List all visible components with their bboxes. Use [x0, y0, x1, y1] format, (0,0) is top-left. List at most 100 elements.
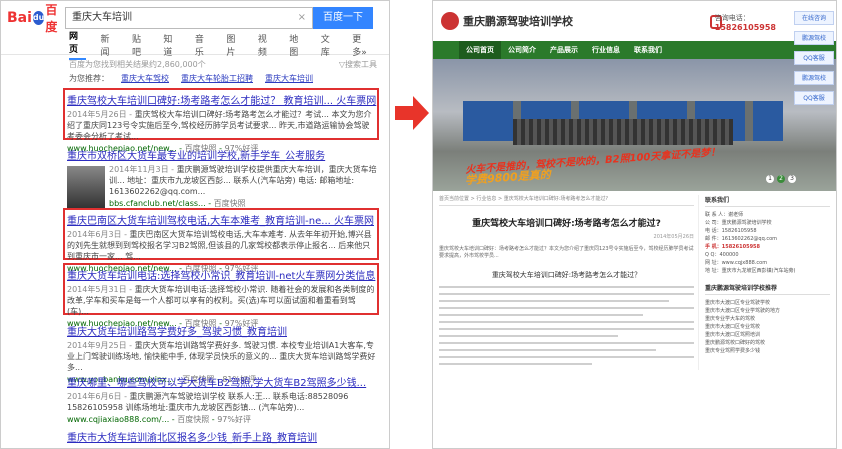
result-url: www.cqjiaxiao888.com/... [67, 415, 170, 424]
result-count-text: 百度为您找到相关结果约2,860,000个 [69, 60, 206, 69]
baidu-logo[interactable]: Bai du 百度 [7, 1, 65, 35]
tab-images[interactable]: 图片 [226, 32, 243, 58]
result-title-link[interactable]: 重庆大货车培训电话:选择驾校小常识_教育培训-net火车票网分类信息 [67, 267, 377, 282]
result-title-link[interactable]: 重庆大货车培训路驾学费好多_驾驶习惯_教育培训 [67, 323, 377, 338]
qq-contact-button[interactable]: 鹏源驾校 [794, 31, 834, 45]
result-title-link[interactable]: 重庆驾校大车培训口碑好:场考路考怎么才能过？ 教育培训... 火车票网 [67, 92, 377, 107]
article-text [439, 286, 694, 365]
cache-link[interactable]: 百度快照 [214, 199, 246, 208]
result-title-link[interactable]: 重庆市双桥区大货车最专业的培训学校,新手学车_公考服务 [67, 147, 377, 162]
sidebar-heading: 联系我们 [705, 195, 830, 207]
nav-about[interactable]: 公司简介 [501, 41, 543, 59]
contact-line: 联 系 人：谢老师 [705, 212, 744, 218]
tab-video[interactable]: 视频 [258, 32, 275, 58]
school-logo-icon [441, 12, 459, 30]
contact-line: 公 司：重庆鹏源驾驶培训学校 [705, 220, 772, 226]
article-intro: 重庆驾校大车培训口碑好：场考路考怎么才能过？本文为您介绍了重庆同123号令实施后… [439, 246, 694, 259]
recommend-link[interactable]: 重庆市大渡口区专业驾校 [705, 323, 830, 331]
article: 首页当前位置 > 行业信息 > 重庆驾校大车培训口碑好:场考路考怎么才能过? 重… [439, 195, 699, 370]
baidu-search-panel: Bai du 百度 重庆大车培训 × 百度一下 网页 新闻 贴吧 知道 音乐 图片 … [0, 0, 390, 449]
search-query: 重庆大车培训 [72, 12, 132, 23]
recommend-link[interactable]: 重庆市大渡口区专业学驾驶的地方 [705, 307, 830, 315]
baidu-header: Bai du 百度 重庆大车培训 × 百度一下 [1, 1, 389, 35]
cache-link[interactable]: 百度快照 [177, 415, 209, 424]
online-consult-button[interactable]: 在线咨询 [794, 11, 834, 25]
phone-number: 15826105958 [714, 23, 776, 32]
search-result: 重庆市双桥区大货车最专业的培训学校,新手学车_公考服务 2014年11月3日 -… [67, 147, 377, 209]
result-date: 2014年11月3日 - [109, 165, 175, 174]
tab-more[interactable]: 更多» [352, 32, 375, 58]
result-thumbnail[interactable] [67, 166, 105, 208]
site-body: 首页当前位置 > 行业信息 > 重庆驾校大车培训口碑好:场考路考怎么才能过? 重… [433, 191, 836, 370]
clear-icon[interactable]: × [298, 8, 306, 28]
logo-text: Bai [7, 10, 32, 26]
related-label: 为您推荐： [69, 74, 109, 83]
phone-contact: 咨询电话： 15826105958 [715, 13, 776, 32]
tab-zhidao[interactable]: 知道 [163, 32, 180, 58]
related-link[interactable]: 重庆大车轮胎工招聘 [181, 74, 253, 83]
result-date: 2014年9月25日 - [67, 341, 133, 350]
recommend-link[interactable]: 重庆鹏源驾校口碑好的驾校 [705, 339, 830, 347]
slide-dot[interactable]: 1 [766, 175, 774, 183]
contact-line[interactable]: 网 址：www.cqjx888.com [705, 259, 830, 267]
nav-home[interactable]: 公司首页 [459, 41, 501, 59]
result-date: 2014年5月31日 - [67, 285, 133, 294]
rating: 97%好评 [217, 415, 251, 424]
site-name: 重庆鹏源驾驶培训学校 [463, 15, 573, 28]
related-link[interactable]: 重庆大车培训 [265, 74, 313, 83]
tab-web[interactable]: 网页 [69, 29, 87, 60]
tab-news[interactable]: 新闻 [100, 32, 117, 58]
search-tabs: 网页 新闻 贴吧 知道 音乐 图片 视频 地图 文库 更多» [1, 32, 389, 60]
nav-industry[interactable]: 行业信息 [585, 41, 627, 59]
qq-service-button[interactable]: QQ客服 [794, 91, 834, 105]
related-link[interactable]: 重庆大车驾校 [121, 74, 169, 83]
paw-icon: du [32, 11, 45, 25]
contact-line: 地 址：重庆市九龙坡区西彭镇(汽车站旁) [705, 268, 796, 274]
nav-contact[interactable]: 联系我们 [627, 41, 669, 59]
site-header: 重庆鹏源驾驶培训学校 咨询电话： 15826105958 [433, 1, 836, 41]
result-title-link[interactable]: 重庆市大货车培训渝北区报名多少钱_新手上路_教育培训 [67, 429, 377, 444]
search-input[interactable]: 重庆大车培训 × [65, 7, 313, 29]
logo-cn: 百度 [45, 3, 58, 34]
carousel-dots: 1 2 3 [763, 175, 796, 183]
search-result: 重庆大货车培训电话:选择驾校小常识_教育培训-net火车票网分类信息 2014年… [67, 267, 377, 329]
article-date: 2014年05月26日 [653, 234, 694, 240]
arrow-right-icon [395, 96, 429, 130]
search-result: 重庆驾校大车培训口碑好:场考路考怎么才能过？ 教育培训... 火车票网 2014… [67, 92, 377, 154]
comparison-canvas: Bai du 百度 重庆大车培训 × 百度一下 网页 新闻 贴吧 知道 音乐 图片 … [0, 0, 842, 449]
related-searches: 为您推荐： 重庆大车驾校 重庆大车轮胎工招聘 重庆大车培训 [1, 71, 389, 89]
search-result: 重庆哪里、哪些驾校可以学大货车B2驾照,学大货车B2驾照多少钱... 2014年… [67, 374, 377, 425]
result-date: 2014年6月3日 - [67, 230, 127, 239]
article-subtitle: 重庆驾校大车培训口碑好:场考路考怎么才能过？ [491, 271, 642, 279]
result-title-link[interactable]: 重庆巴南区大货车培训驾校电话,大车本难考_教育培训-ne... 火车票网 [67, 212, 377, 227]
recommend-link[interactable]: 重庆专业学大车的驾校 [705, 315, 830, 323]
banner-carousel[interactable]: 火车不是推的，驾校不是吹的，B2照100天拿证不是梦！ 学费9800是真的 1 … [433, 59, 836, 191]
qq-contact-button[interactable]: 鹏源驾校 [794, 71, 834, 85]
search-button[interactable]: 百度一下 [313, 7, 373, 29]
sidebar-heading: 重庆鹏源驾驶培训学校推荐 [705, 283, 830, 295]
driving-school-website: 重庆鹏源驾驶培训学校 咨询电话： 15826105958 公司首页 公司简介 产… [432, 0, 837, 449]
search-result: 重庆市大货车培训渝北区报名多少钱_新手上路_教育培训 [67, 429, 377, 444]
tab-music[interactable]: 音乐 [195, 32, 212, 58]
recommend-link[interactable]: 重庆专业驾照学费多少钱 [705, 347, 830, 355]
slide-dot[interactable]: 2 [777, 175, 785, 183]
contact-line: 邮 件：1613602262@qq.com [705, 236, 778, 242]
site-nav: 公司首页 公司简介 产品展示 行业信息 联系我们 [433, 41, 836, 59]
search-tools-button[interactable]: ▽搜索工具 [339, 59, 377, 71]
tab-wenku[interactable]: 文库 [321, 32, 338, 58]
qq-service-button[interactable]: QQ客服 [794, 51, 834, 65]
contact-line: 手 机：15826105958 [705, 244, 761, 250]
breadcrumb[interactable]: 首页当前位置 > 行业信息 > 重庆驾校大车培训口碑好:场考路考怎么才能过? [439, 195, 694, 206]
article-title: 重庆驾校大车培训口碑好:场考路考怎么才能过? [472, 219, 661, 229]
recommend-link[interactable]: 重庆市大渡口区专业驾驶学校 [705, 299, 830, 307]
phone-label: 咨询电话： [714, 14, 750, 22]
result-date: 2014年6月6日 - [67, 392, 127, 401]
tab-tieba[interactable]: 贴吧 [132, 32, 149, 58]
contact-sidebar: 联系我们 联 系 人：谢老师 公 司：重庆鹏源驾驶培训学校 电 话：158261… [699, 195, 830, 370]
slide-dot[interactable]: 3 [788, 175, 796, 183]
tab-map[interactable]: 地图 [289, 32, 306, 58]
result-date: 2014年5月26日 - [67, 110, 133, 119]
recommend-link[interactable]: 重庆市大渡口区驾照培训 [705, 331, 830, 339]
nav-products[interactable]: 产品展示 [543, 41, 585, 59]
result-title-link[interactable]: 重庆哪里、哪些驾校可以学大货车B2驾照,学大货车B2驾照多少钱... [67, 374, 377, 389]
